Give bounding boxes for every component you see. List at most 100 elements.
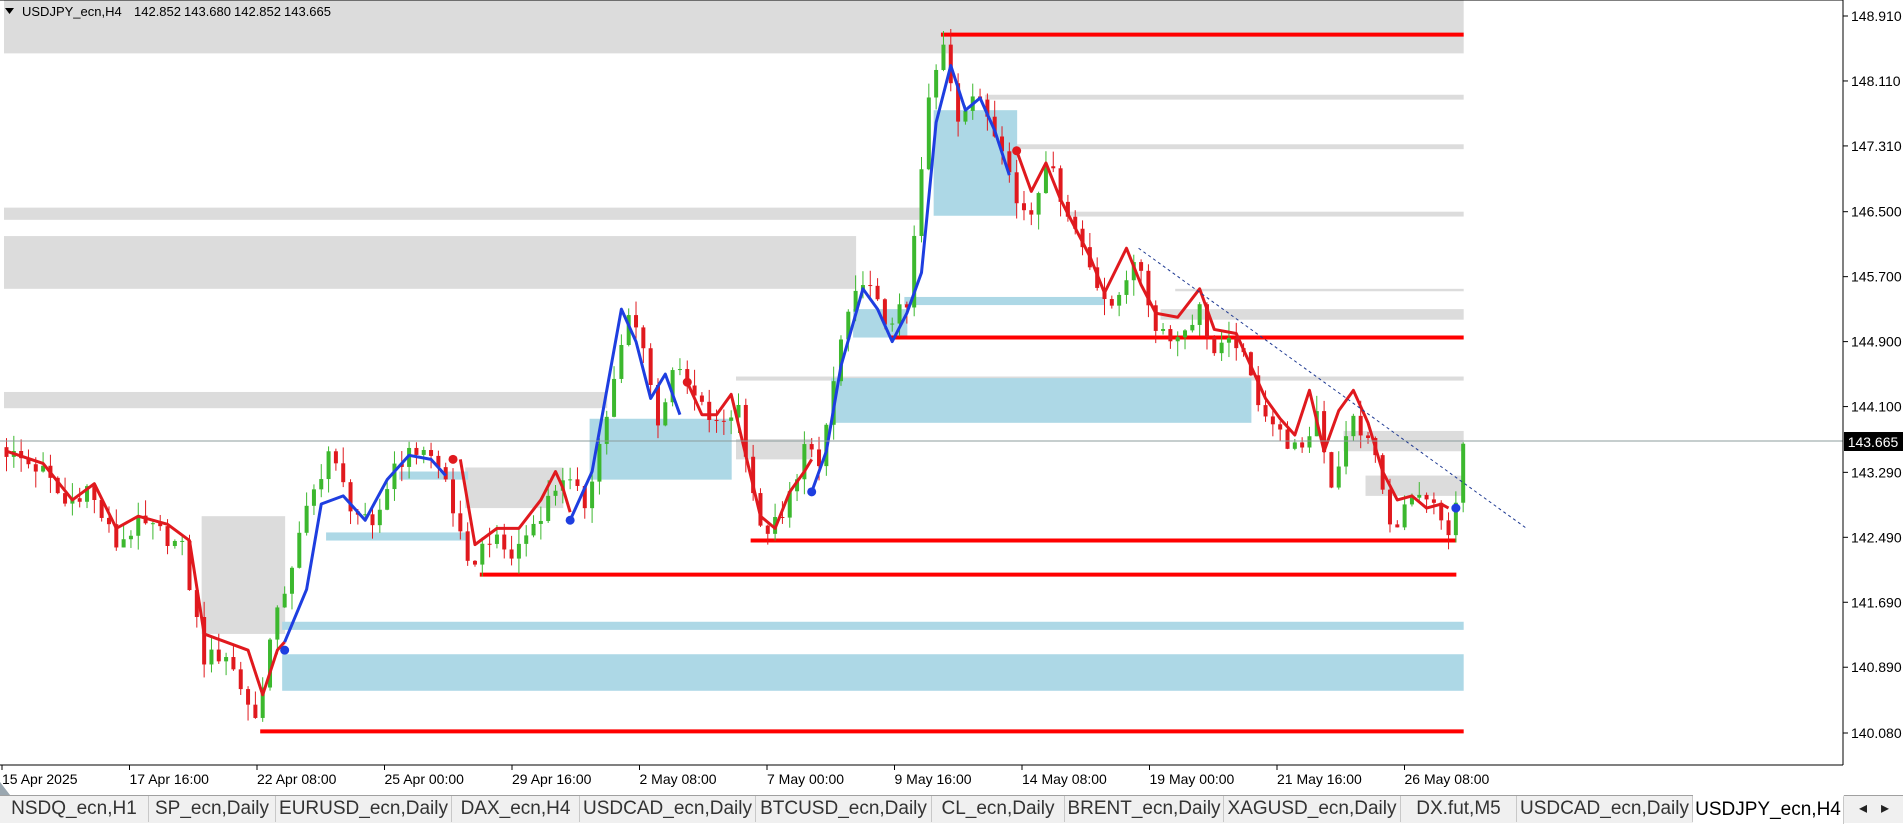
price-tick-label-2: 147.310 bbox=[1851, 138, 1902, 154]
candle-body-51 bbox=[377, 509, 382, 526]
ohlc-open: 142.852 bbox=[134, 4, 181, 19]
candle-body-38 bbox=[282, 593, 287, 608]
candle-body-23 bbox=[172, 540, 177, 547]
candle-body-42 bbox=[311, 489, 316, 506]
supply-zone-7 bbox=[984, 94, 1464, 100]
candle-body-90 bbox=[663, 402, 668, 426]
candle-body-52 bbox=[385, 489, 390, 510]
candle-body-184 bbox=[1351, 415, 1356, 437]
candle-body-126 bbox=[926, 97, 931, 170]
candle-body-61 bbox=[451, 479, 456, 514]
time-tick-label-0: 15 Apr 2025 bbox=[2, 771, 78, 787]
candle-body-165 bbox=[1212, 337, 1217, 354]
signal-dot-5 bbox=[1012, 146, 1022, 156]
candle-body-84 bbox=[619, 344, 624, 379]
candle-body-10 bbox=[77, 498, 82, 502]
candle-body-40 bbox=[297, 532, 302, 568]
candle-body-71 bbox=[524, 535, 529, 544]
candle-body-39 bbox=[289, 567, 294, 594]
candle-body-99 bbox=[729, 417, 734, 421]
candle-body-31 bbox=[231, 657, 236, 670]
price-tick-label-6: 144.100 bbox=[1851, 399, 1902, 415]
candle-body-33 bbox=[246, 689, 251, 705]
candle-body-173 bbox=[1270, 416, 1275, 425]
candle-body-68 bbox=[502, 534, 507, 550]
candle-body-155 bbox=[1139, 262, 1144, 271]
supply-zone-10 bbox=[1175, 288, 1464, 292]
demand-zone-1 bbox=[282, 654, 1464, 691]
candle-body-162 bbox=[1190, 324, 1195, 331]
signal-dot-0 bbox=[280, 645, 290, 655]
tab-nsdq-ecn-h1[interactable]: NSDQ_ecn,H1 bbox=[0, 796, 149, 822]
price-chart[interactable]: 148.910 148.110 147.310 146.500 145.700 144.9… bbox=[0, 0, 1903, 795]
candle-body-57 bbox=[421, 450, 426, 455]
signal-dot-4 bbox=[807, 487, 817, 497]
supply-zone-1 bbox=[4, 207, 922, 220]
candle-body-138 bbox=[1014, 172, 1019, 204]
price-tick-label-1: 148.110 bbox=[1851, 73, 1901, 89]
candle-body-96 bbox=[707, 401, 712, 420]
signal-dot-1 bbox=[448, 454, 458, 464]
candle-body-128 bbox=[941, 44, 946, 70]
candle-body-44 bbox=[326, 451, 331, 480]
candle-body-32 bbox=[238, 669, 243, 690]
supply-zone-8 bbox=[999, 144, 1464, 150]
candle-body-118 bbox=[868, 285, 873, 287]
candle-body-98 bbox=[721, 420, 726, 422]
candle-body-197 bbox=[1446, 520, 1451, 536]
supply-zone-4 bbox=[201, 516, 286, 634]
price-axis-panel[interactable] bbox=[1843, 0, 1903, 795]
candle-body-63 bbox=[465, 531, 470, 561]
tab-usdcad-ecn-daily-2[interactable]: USDCAD_ecn,Daily bbox=[1517, 796, 1693, 822]
candle-body-175 bbox=[1285, 429, 1290, 449]
tab-brent-ecn-daily[interactable]: BRENT_ecn,Daily bbox=[1065, 796, 1224, 822]
time-tick-label-8: 14 May 08:00 bbox=[1022, 771, 1107, 787]
candle-body-75 bbox=[553, 490, 558, 496]
candle-body-152 bbox=[1117, 294, 1122, 306]
ohlc-close: 143.665 bbox=[284, 4, 331, 19]
candle-body-65 bbox=[480, 543, 485, 565]
candle-body-81 bbox=[597, 443, 602, 482]
candle-body-16 bbox=[121, 539, 126, 548]
chart-tab-bar: NSDQ_ecn,H1 SP_ecn,Daily EURUSD_ecn,Dail… bbox=[0, 795, 1903, 824]
time-tick-label-9: 19 May 00:00 bbox=[1150, 771, 1235, 787]
signal-dot-2 bbox=[565, 515, 575, 525]
tab-usdcad-ecn-daily[interactable]: USDCAD_ecn,Daily bbox=[580, 796, 756, 822]
tab-dax-ecn-h4[interactable]: DAX_ecn,H4 bbox=[452, 796, 580, 822]
candle-body-77 bbox=[568, 479, 573, 481]
candle-body-186 bbox=[1366, 435, 1371, 438]
tab-scroll-left-icon[interactable]: ◂ bbox=[1854, 799, 1872, 819]
candle-body-139 bbox=[1021, 203, 1026, 211]
candle-body-45 bbox=[333, 451, 338, 464]
candle-body-189 bbox=[1387, 489, 1392, 525]
price-tick-label-8: 142.490 bbox=[1851, 529, 1902, 545]
ohlc-low: 142.852 bbox=[234, 4, 281, 19]
tab-usdjpy-ecn-h4[interactable]: USDJPY_ecn,H4 bbox=[1693, 795, 1844, 824]
candle-body-143 bbox=[1051, 166, 1056, 169]
candle-body-153 bbox=[1124, 280, 1129, 295]
candle-body-181 bbox=[1329, 452, 1334, 488]
candle-body-177 bbox=[1300, 442, 1305, 448]
time-tick-label-6: 7 May 00:00 bbox=[767, 771, 844, 787]
candle-body-28 bbox=[209, 649, 214, 665]
candle-body-199 bbox=[1461, 443, 1466, 503]
candle-body-193 bbox=[1417, 494, 1422, 498]
candle-body-43 bbox=[319, 479, 324, 490]
time-tick-label-11: 26 May 08:00 bbox=[1405, 771, 1490, 787]
tab-xagusd-ecn-daily[interactable]: XAGUSD_ecn,Daily bbox=[1224, 796, 1401, 822]
candle-body-83 bbox=[612, 378, 617, 417]
demand-zone-3 bbox=[399, 471, 469, 480]
tab-dx-fut-m5[interactable]: DX.fut,M5 bbox=[1401, 796, 1517, 822]
candle-body-122 bbox=[897, 304, 902, 324]
candle-body-178 bbox=[1307, 436, 1312, 448]
time-tick-label-4: 29 Apr 16:00 bbox=[512, 771, 592, 787]
tab-eurusd-ecn-daily[interactable]: EURUSD_ecn,Daily bbox=[276, 796, 452, 822]
candle-body-158 bbox=[1161, 329, 1166, 331]
tab-btcusd-ecn-daily[interactable]: BTCUSD_ecn,Daily bbox=[756, 796, 932, 822]
price-tick-label-7: 143.290 bbox=[1851, 464, 1902, 480]
candle-body-161 bbox=[1183, 330, 1188, 338]
tab-sp-ecn-daily[interactable]: SP_ecn,Daily bbox=[149, 796, 276, 822]
tab-scroll-right-icon[interactable]: ▸ bbox=[1876, 799, 1894, 819]
candle-body-97 bbox=[714, 419, 719, 421]
tab-cl-ecn-daily[interactable]: CL_ecn,Daily bbox=[932, 796, 1065, 822]
